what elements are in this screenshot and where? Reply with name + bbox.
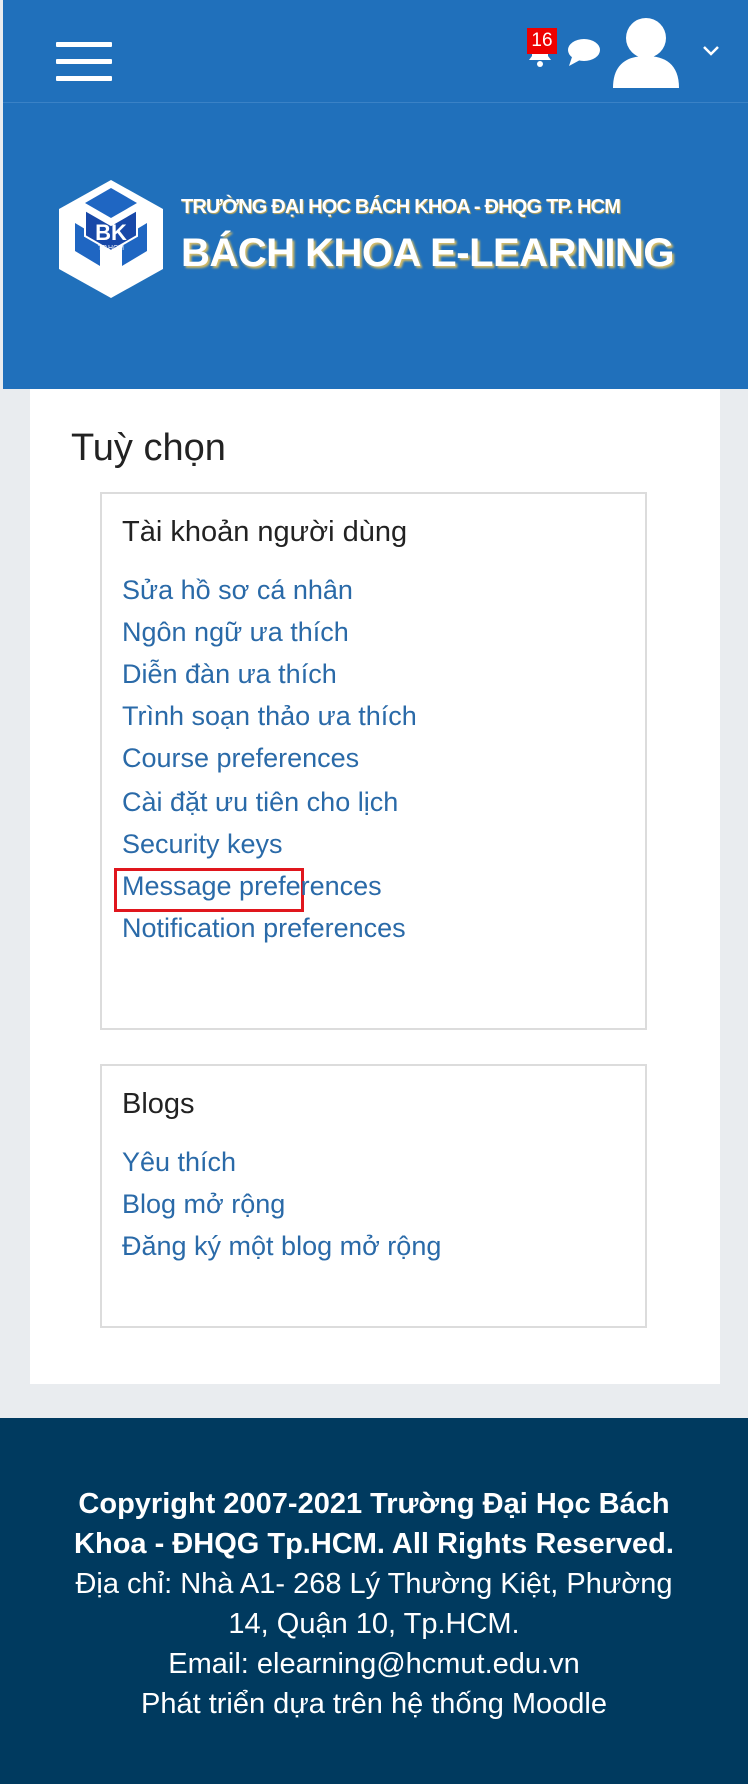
section-title: Blogs xyxy=(122,1088,195,1120)
logo-text: BK xyxy=(95,220,127,245)
site-footer: Copyright 2007-2021 Trường Đại Học Bách … xyxy=(0,1418,748,1784)
link-notification-preferences[interactable]: Notification preferences xyxy=(122,913,406,944)
link-blog-preferences[interactable]: Yêu thích xyxy=(122,1147,236,1178)
blogs-section: Blogs Yêu thích Blog mở rộng Đăng ký một… xyxy=(100,1064,647,1328)
link-message-preferences[interactable]: Message preferences xyxy=(122,871,382,902)
link-register-external-blog[interactable]: Đăng ký một blog mở rộng xyxy=(122,1231,441,1262)
footer-copyright-line2: Khoa - ĐHQG Tp.HCM. All Rights Reserved. xyxy=(74,1528,674,1560)
hamburger-menu-icon[interactable] xyxy=(56,42,112,82)
top-navbar: 16 xyxy=(3,0,748,103)
link-forum-preferences[interactable]: Diễn đàn ưa thích xyxy=(122,659,337,690)
user-avatar-icon[interactable] xyxy=(611,16,681,88)
link-edit-profile[interactable]: Sửa hồ sơ cá nhân xyxy=(122,575,353,606)
section-title: Tài khoản người dùng xyxy=(122,516,408,548)
link-external-blogs[interactable]: Blog mở rộng xyxy=(122,1189,285,1220)
footer-address-line2: 14, Quận 10, Tp.HCM. xyxy=(228,1608,520,1640)
link-course-preferences[interactable]: Course preferences xyxy=(122,743,359,774)
link-editor-preferences[interactable]: Trình soạn thảo ưa thích xyxy=(122,701,417,732)
preferences-card: Tuỳ chọn Tài khoản người dùng Sửa hồ sơ … xyxy=(30,389,720,1384)
banner-subtitle: TRƯỜNG ĐẠI HỌC BÁCH KHOA - ĐHQG TP. HCM xyxy=(181,196,621,218)
page-title: Tuỳ chọn xyxy=(71,427,226,469)
link-calendar-preferences[interactable]: Cài đặt ưu tiên cho lịch xyxy=(122,787,398,818)
site-banner: BK TP.HCM TRƯỜNG ĐẠI HỌC BÁCH KHOA - ĐHQ… xyxy=(3,103,748,389)
user-account-section: Tài khoản người dùng Sửa hồ sơ cá nhân N… xyxy=(100,492,647,1030)
chat-icon[interactable] xyxy=(566,36,602,68)
notification-count-badge: 16 xyxy=(527,28,557,54)
footer-moodle: Phát triển dựa trên hệ thống Moodle xyxy=(141,1688,607,1720)
footer-copyright-line1: Copyright 2007-2021 Trường Đại Học Bách xyxy=(78,1488,670,1520)
link-security-keys[interactable]: Security keys xyxy=(122,829,283,860)
footer-email[interactable]: Email: elearning@hcmut.edu.vn xyxy=(0,1644,748,1684)
footer-address-line1: Địa chỉ: Nhà A1- 268 Lý Thường Kiệt, Phư… xyxy=(75,1568,673,1600)
logo-subtext: TP.HCM xyxy=(98,245,124,252)
chevron-down-icon[interactable] xyxy=(701,44,721,58)
link-preferred-language[interactable]: Ngôn ngữ ưa thích xyxy=(122,617,349,648)
bk-logo[interactable]: BK TP.HCM xyxy=(55,178,167,300)
banner-title[interactable]: BÁCH KHOA E-LEARNING xyxy=(181,231,674,276)
